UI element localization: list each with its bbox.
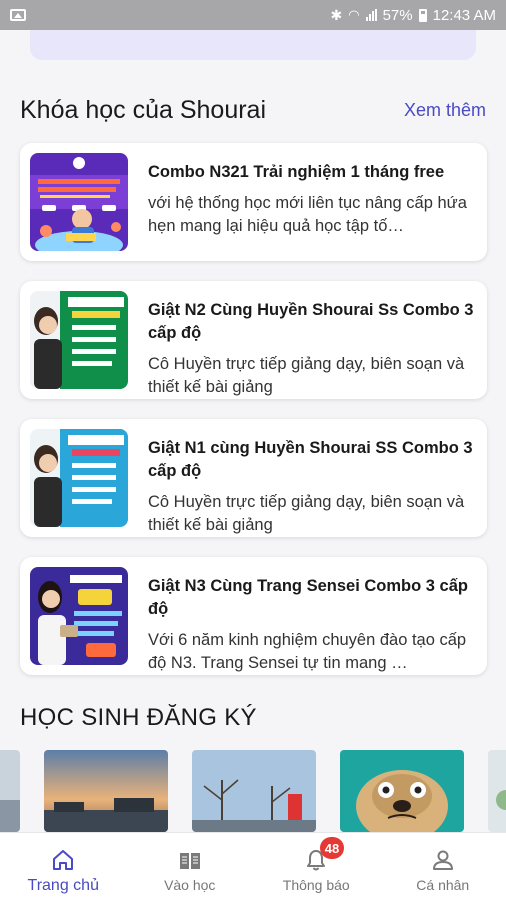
tab-study[interactable]: Vào học: [127, 833, 254, 900]
see-more-link[interactable]: Xem thêm: [404, 100, 486, 121]
student-photo[interactable]: [44, 750, 168, 832]
notification-badge: 48: [320, 837, 344, 859]
course-title: Giật N3 Cùng Trang Sensei Combo 3 cấp độ: [148, 577, 468, 618]
course-card[interactable]: Giật N1 cùng Huyền Shourai SS Combo 3 cấ…: [20, 419, 487, 537]
student-photo[interactable]: [0, 750, 20, 832]
course-card[interactable]: Combo N321 Trải nghiệm 1 tháng free với …: [20, 143, 487, 261]
course-title: Giật N1 cùng Huyền Shourai SS Combo 3 cấ…: [148, 439, 473, 480]
course-thumbnail: [30, 429, 128, 527]
course-thumbnail: [30, 567, 128, 665]
course-thumbnail: [30, 153, 128, 251]
student-photo[interactable]: [192, 750, 316, 832]
bluetooth-icon: ✱: [330, 6, 343, 23]
tab-home[interactable]: Trang chủ: [0, 833, 127, 900]
clock: 12:43 AM: [432, 6, 496, 24]
student-gallery[interactable]: [0, 750, 506, 832]
course-description: Cô Huyền trực tiếp giảng dạy, biên soạn …: [148, 355, 465, 396]
signal-icon: [365, 9, 377, 21]
tab-label: Thông báo: [282, 877, 350, 893]
tab-profile[interactable]: Cá nhân: [380, 833, 506, 900]
user-icon: [432, 850, 453, 870]
section-title: Khóa học của Shourai: [20, 96, 267, 124]
course-title: Giật N2 Cùng Huyền Shourai Ss Combo 3 cấ…: [148, 301, 474, 342]
tab-label: Vào học: [164, 877, 216, 893]
student-photo[interactable]: [488, 750, 506, 832]
wifi-icon: ◠: [348, 7, 360, 22]
status-bar: ✱ ◠ 57% 12:43 AM: [0, 0, 506, 30]
courses-section-header: Khóa học của Shourai Xem thêm: [20, 96, 486, 125]
course-description: Cô Huyền trực tiếp giảng dạy, biên soạn …: [148, 493, 465, 534]
book-icon: [179, 853, 200, 869]
gallery-notification-icon: [10, 9, 26, 21]
bottom-tab-bar: Trang chủ Vào học 48 Thông báo Cá nhân: [0, 832, 506, 900]
tab-label: Trang chủ: [27, 877, 99, 894]
students-section-title: HỌC SINH ĐĂNG KÝ: [20, 704, 257, 731]
battery-icon: [418, 8, 427, 22]
course-card[interactable]: Giật N2 Cùng Huyền Shourai Ss Combo 3 cấ…: [20, 281, 487, 399]
tab-notifications[interactable]: 48 Thông báo: [253, 833, 380, 900]
course-title: Combo N321 Trải nghiệm 1 tháng free: [148, 163, 445, 181]
course-description: Với 6 năm kinh nghiệm chuyên đào tạo cấp…: [148, 631, 467, 672]
tab-label: Cá nhân: [416, 877, 470, 893]
course-thumbnail: [30, 291, 128, 389]
course-card[interactable]: Giật N3 Cùng Trang Sensei Combo 3 cấp độ…: [20, 557, 487, 675]
home-icon: [53, 850, 74, 870]
student-photo[interactable]: [340, 750, 464, 832]
battery-percent: 57%: [382, 6, 413, 24]
banner-bottom-edge: [30, 30, 476, 60]
course-description: với hệ thống học mới liên tục nâng cấp h…: [148, 194, 467, 235]
